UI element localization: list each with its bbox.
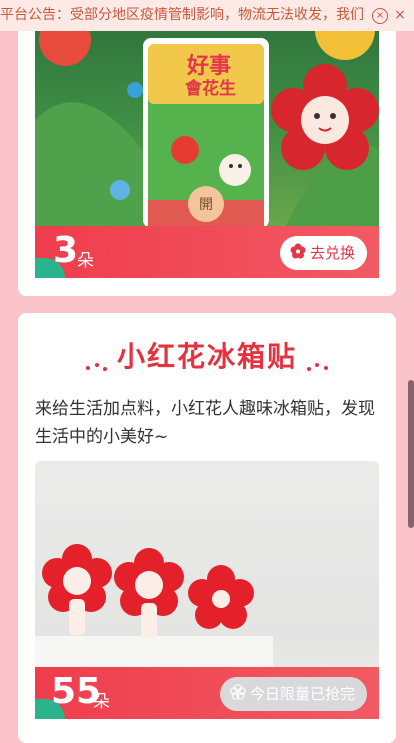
price-unit: 朵: [93, 692, 110, 712]
price-bar-1: 3 朵 去兑换: [35, 226, 379, 278]
announcement-bar: 平台公告：受部分地区疫情管制影响，物流无法收发，我们 × ×: [0, 0, 414, 31]
product-image-1[interactable]: 好事 會花生 開: [35, 0, 379, 228]
redeem-button-label: 去兑换: [309, 244, 355, 262]
close-button[interactable]: ×: [392, 0, 408, 31]
sold-out-button-label: 今日限量已抢完: [249, 685, 355, 703]
announcement-text: 平台公告：受部分地区疫情管制影响，物流无法收发，我们: [0, 7, 364, 23]
price-unit: 朵: [77, 251, 94, 271]
close-icon[interactable]: ×: [372, 8, 388, 24]
product-title: 小红花冰箱贴: [116, 340, 297, 373]
book-title-mid: 會花生: [185, 79, 236, 99]
price-bar-2: 55 朵 今日限量已抢完: [35, 667, 379, 719]
product-card-2: 小红花冰箱贴 来给生活加点料，小红花人趣味冰箱贴，发现生活中的小美好~ 55 朵…: [18, 313, 396, 743]
sold-out-button[interactable]: 今日限量已抢完: [219, 677, 367, 712]
product-description: 来给生活加点料，小红花人趣味冰箱贴，发现生活中的小美好~: [35, 399, 375, 447]
flower-icon: [290, 237, 306, 271]
product-title-row: 小红花冰箱贴: [18, 337, 396, 377]
redeem-button[interactable]: 去兑换: [279, 236, 367, 271]
product-card-1: 好事 會花生 開 3 朵 去兑换: [18, 0, 396, 296]
price-number: 3: [53, 230, 79, 271]
decor-left: [85, 357, 109, 371]
flower-icon: [230, 678, 246, 712]
product-image-2[interactable]: 55 朵 今日限量已抢完: [35, 461, 379, 719]
decor-right: [305, 357, 329, 371]
book-seal: 開: [199, 197, 213, 213]
scrollbar-thumb[interactable]: [408, 380, 414, 528]
